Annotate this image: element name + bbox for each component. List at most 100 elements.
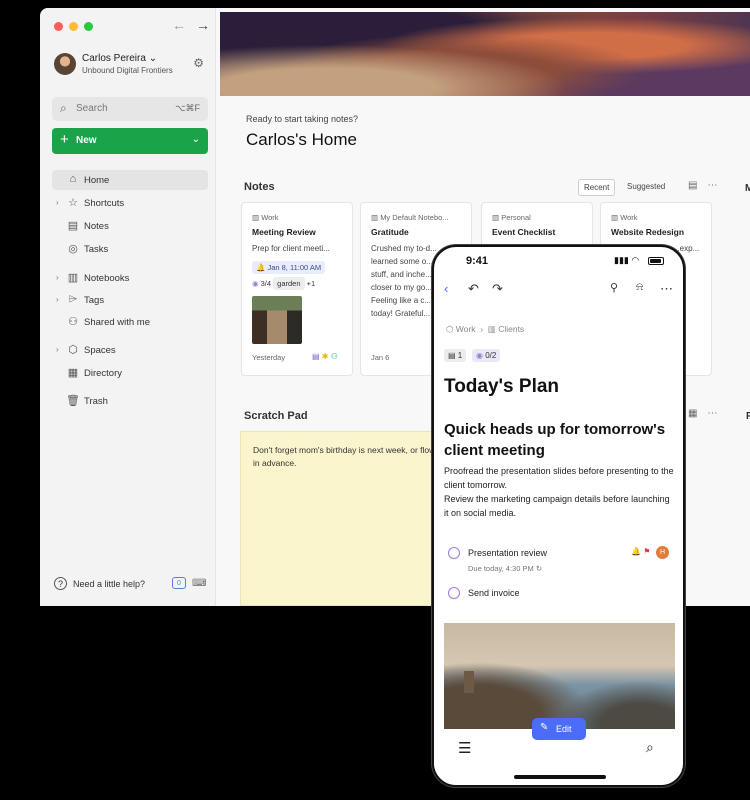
calendar-icon[interactable]: ▦ [688, 408, 707, 419]
forward-arrow-icon[interactable]: → [196, 17, 210, 33]
notification-badge[interactable]: 0 [172, 577, 186, 589]
close-window-button[interactable] [54, 22, 63, 31]
edit-button[interactable]: ✎ Edit [532, 718, 586, 740]
undo-icon[interactable]: ↶ [468, 281, 479, 297]
note-title[interactable]: Today's Plan [444, 376, 559, 398]
notes-section-title: Notes [244, 181, 275, 193]
sidebar-item-spaces[interactable]: › ⬡ Spaces [52, 340, 208, 360]
sidebar-item-tasks[interactable]: ◎ Tasks [52, 239, 208, 259]
notebook-icon: ▥ [252, 213, 260, 222]
sidebar-item-label: Notes [84, 221, 109, 232]
sidebar-item-label: Tags [84, 295, 105, 306]
sidebar-item-label: Notebooks [84, 273, 130, 284]
breadcrumb: ⬡ Work › ▥ Clients [446, 324, 524, 335]
card-indicators: ▤ ✱ ⚇ [312, 352, 338, 361]
people-icon: ⚇ [68, 316, 78, 328]
mobile-device: 9:41 ▮▮▮ ◠ ‹ ↶ ↷ ⚲ ⍾ ⋯ ⬡ Work › ▥ Client… [432, 245, 685, 787]
sidebar-item-home[interactable]: ⌂ Home [52, 170, 208, 190]
task-checkbox[interactable] [448, 587, 460, 599]
page-title: Carlos's Home [246, 130, 357, 149]
breadcrumb-space[interactable]: Work [456, 324, 476, 334]
check-circle-icon: ◎ [68, 243, 78, 255]
task-item[interactable]: Presentation review Due today, 4:30 PM ↻… [448, 546, 673, 573]
chevron-down-icon: ⌄ [148, 53, 158, 64]
tab-recent[interactable]: Recent [578, 179, 616, 196]
chevron-right-icon[interactable]: › [56, 198, 59, 207]
note-heading[interactable]: Quick heads up for tomorrow's client mee… [444, 419, 679, 461]
chevron-right-icon[interactable]: › [56, 295, 59, 304]
back-chevron-icon[interactable]: ‹ [444, 281, 448, 296]
battery-icon [648, 257, 664, 265]
paragraph-line: Proofread the presentation slides before… [444, 466, 674, 490]
signal-icon: ▮▮▮ [614, 255, 629, 265]
sidebar-item-label: Trash [84, 396, 108, 407]
gear-icon[interactable]: ⚙ [193, 56, 204, 70]
sidebar-item-directory[interactable]: ▦ Directory [52, 363, 208, 383]
note-icon: ▤ [448, 351, 456, 360]
chevron-right-icon[interactable]: › [56, 273, 59, 282]
task-checkbox[interactable] [448, 547, 460, 559]
minimize-window-button[interactable] [69, 22, 78, 31]
help-icon: ? [54, 577, 67, 590]
card-notebook: ▥ My Default Notebo... [371, 213, 449, 222]
more-icon[interactable]: ⋯ [660, 281, 673, 297]
directory-icon: ▦ [67, 367, 79, 379]
avatar [54, 53, 76, 75]
sidebar-item-trash[interactable]: 🗑 Trash [52, 391, 208, 411]
task-item[interactable]: Send invoice [448, 587, 673, 607]
note-icon: ▤ [67, 220, 79, 232]
chevron-down-icon[interactable]: ⌄ [192, 134, 200, 145]
repeat-icon: ↻ [535, 564, 543, 573]
assignee-avatar[interactable]: H [656, 546, 669, 559]
sidebar-item-tags[interactable]: › ⌲ Tags [52, 290, 208, 310]
card-meta-row: ◉ 3/4 garden +1 [252, 277, 316, 290]
back-arrow-icon[interactable]: ← [172, 17, 186, 33]
card-date: Yesterday [252, 353, 286, 362]
sidebar-item-label: Shortcuts [84, 198, 125, 209]
note-paragraph[interactable]: Proofread the presentation slides before… [444, 464, 674, 520]
sidebar-item-shared[interactable]: ⚇ Shared with me [52, 312, 208, 332]
task-count: ◉ 3/4 [252, 279, 272, 288]
search-icon: ⌕ [60, 101, 67, 115]
plus-icon: + [60, 131, 69, 148]
user-org: Unbound Digital Frontiers [82, 66, 173, 75]
trash-icon: 🗑 [66, 395, 80, 407]
sidebar-item-notebooks[interactable]: › ▥ Notebooks [52, 268, 208, 288]
reminder-chip[interactable]: 🔔 Jan 8, 11:00 AM [252, 261, 326, 274]
more-icon[interactable]: ⋯ [707, 408, 727, 419]
scratch-pad-text[interactable]: Don't forget mom's birthday is next week… [253, 444, 453, 470]
search-input[interactable]: ⌕ Search ⌥⌘F [52, 97, 208, 121]
search-shortcut: ⌥⌘F [175, 103, 200, 113]
keyboard-icon[interactable]: ⌨ [192, 578, 206, 589]
card-notebook: ▥ Work [252, 213, 279, 222]
search-icon[interactable]: ⌕ [646, 739, 654, 756]
card-body: Prep for client meeti... [252, 244, 330, 253]
more-tags[interactable]: +1 [307, 279, 316, 288]
redo-icon[interactable]: ↷ [492, 281, 503, 297]
sidebar-item-shortcuts[interactable]: › ☆ Shortcuts [52, 193, 208, 213]
reminder-icon[interactable]: ⍾ [636, 281, 643, 294]
greeting-text: Ready to start taking notes? [246, 114, 359, 124]
zoom-window-button[interactable] [84, 22, 93, 31]
card-title: Website Redesign [611, 227, 685, 237]
task-label: Presentation review [468, 548, 548, 558]
scratch-actions: ▦⋯ [688, 408, 727, 419]
home-indicator[interactable] [514, 775, 606, 779]
new-note-icon[interactable]: ▤ [688, 180, 707, 191]
add-person-icon[interactable]: ⚲ [610, 281, 618, 294]
menu-icon[interactable]: ☰ [458, 739, 471, 757]
task-count-badge[interactable]: ◉ 0/2 [472, 349, 501, 362]
chevron-right-icon[interactable]: › [56, 345, 59, 354]
tag-chip[interactable]: garden [273, 277, 305, 290]
note-card[interactable]: ▥ Work Meeting Review Prep for client me… [241, 202, 353, 376]
scratch-pad-title: Scratch Pad [244, 410, 308, 422]
more-icon[interactable]: ⋯ [707, 180, 727, 191]
tab-suggested[interactable]: Suggested [622, 179, 670, 194]
new-button[interactable]: + New ⌄ [52, 128, 208, 154]
note-count-badge[interactable]: ▤ 1 [444, 349, 467, 362]
coastline-image [444, 623, 675, 729]
breadcrumb-notebook[interactable]: Clients [498, 324, 524, 334]
sidebar-item-notes[interactable]: ▤ Notes [52, 216, 208, 236]
account-switcher[interactable]: Carlos Pereira ⌄ Unbound Digital Frontie… [54, 52, 204, 78]
help-link[interactable]: ? Need a little help? 0 ⌨ [54, 576, 206, 596]
